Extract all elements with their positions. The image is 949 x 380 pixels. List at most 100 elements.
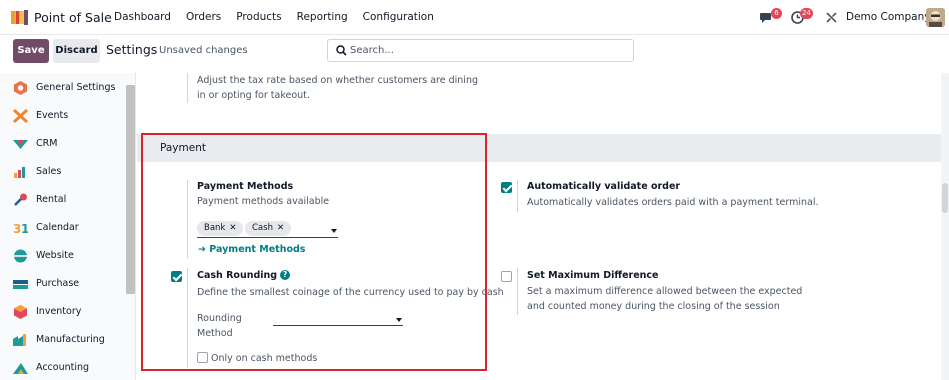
remove-tag-icon[interactable]: ✕ [229,223,236,233]
max-difference-title: Set Maximum Difference [527,270,659,281]
company-switcher[interactable]: Demo Company [846,11,931,23]
rounding-method-label: Rounding Method [197,311,242,341]
rounding-method-select[interactable] [273,325,403,326]
avatar-image-icon [926,8,945,27]
rental-icon [14,193,27,206]
sidebar-item-label: Accounting [36,362,90,373]
max-difference-checkbox[interactable] [501,271,512,282]
setting-divider [187,73,188,103]
remove-tag-icon[interactable]: ✕ [277,223,284,233]
accounting-icon [13,363,28,374]
sidebar-item-label: CRM [36,138,58,149]
sidebar-item-label: Website [36,250,74,261]
setting-divider [187,268,188,368]
sidebar-item-website[interactable]: Website [0,242,124,270]
payment-methods-field[interactable] [197,237,338,238]
tag-label: Bank [204,223,226,233]
calendar-icon: 3 1 [13,222,28,235]
svg-text:1: 1 [21,222,28,235]
sidebar-item-label: General Settings [36,82,116,93]
sidebar-item-label: Purchase [36,278,80,289]
top-navbar: Point of Sale Dashboard Orders Products … [0,0,949,35]
cash-rounding-description: Define the smallest coinage of the curre… [197,287,504,298]
cash-rounding-title: Cash Rounding? [197,270,291,281]
chat-badge: 6 [771,8,782,19]
only-cash-methods-label: Only on cash methods [211,353,318,364]
sidebar-item-accounting[interactable]: Accounting [0,354,124,380]
section-title: Payment [160,142,206,154]
sidebar-item-rental[interactable]: Rental [0,186,124,214]
purchase-icon [13,280,28,289]
inventory-icon [14,305,27,319]
setting-divider [517,180,518,212]
sidebar-scrollbar[interactable] [126,85,135,294]
crm-icon [13,140,28,149]
sidebar-item-calendar[interactable]: 3 1 Calendar [0,214,124,242]
payment-methods-link[interactable]: ➔ Payment Methods [198,244,305,255]
search-bar[interactable] [327,39,634,62]
settings-sidebar: General Settings Events CRM Sales Rental… [0,73,136,380]
payment-method-tag: Bank ✕ [197,221,244,236]
only-cash-methods-checkbox[interactable] [197,352,208,363]
content-scrollbar[interactable] [941,73,949,380]
discard-button[interactable]: Discard [53,39,100,63]
sidebar-item-label: Sales [36,166,62,177]
general-settings-icon [14,81,27,95]
page-title: Settings [106,42,158,57]
auto-validate-checkbox[interactable] [501,182,512,193]
menu-dashboard[interactable]: Dashboard [114,11,171,23]
menu-orders[interactable]: Orders [186,11,221,23]
unsaved-status: Unsaved changes [159,45,248,56]
activity-badge: 24 [800,8,813,19]
arrow-right-icon: ➔ [198,244,210,255]
search-icon [336,45,347,56]
sidebar-item-sales[interactable]: Sales [0,158,124,186]
rounding-label-line1: Rounding [197,313,242,324]
scrollbar-thumb[interactable] [942,183,948,213]
auto-validate-title: Automatically validate order [527,181,681,192]
sidebar-item-inventory[interactable]: Inventory [0,298,124,326]
sidebar-item-label: Rental [36,194,67,205]
sidebar-item-label: Calendar [36,222,79,233]
sidebar-item-label: Inventory [36,306,82,317]
save-button[interactable]: Save [13,39,49,63]
menu-reporting[interactable]: Reporting [297,11,348,23]
sidebar-item-label: Manufacturing [36,334,105,345]
manufacturing-icon [13,334,26,346]
setting-divider [517,268,518,315]
sidebar-item-crm[interactable]: CRM [0,130,124,158]
payment-methods-description: Payment methods available [197,196,330,207]
auto-validate-description: Automatically validates orders paid with… [527,197,819,208]
menu-configuration[interactable]: Configuration [363,11,434,23]
search-input[interactable] [350,41,620,60]
events-icon [13,109,28,123]
sidebar-item-label: Events [36,110,69,121]
help-icon[interactable]: ? [280,270,291,280]
main-menu: Dashboard Orders Products Reporting Conf… [114,11,449,23]
sidebar-item-events[interactable]: Events [0,102,124,130]
link-label: Payment Methods [209,244,306,255]
payment-methods-title: Payment Methods [197,181,294,192]
payment-method-tag: Cash ✕ [245,221,292,236]
cash-rounding-title-label: Cash Rounding [197,270,278,281]
sidebar-item-purchase[interactable]: Purchase [0,270,124,298]
user-avatar[interactable] [926,8,945,27]
app-name[interactable]: Point of Sale [34,10,112,25]
settings-content: Adjust the tax rate based on whether cus… [137,73,949,380]
max-difference-description: Set a maximum difference allowed between… [527,286,803,312]
tax-setting-description: Adjust the tax rate based on whether cus… [197,75,479,101]
rounding-method-dropdown-icon[interactable] [396,318,402,322]
website-icon [14,249,27,263]
rounding-label-line2: Method [197,328,233,339]
setting-divider [187,180,188,258]
sidebar-item-general-settings[interactable]: General Settings [0,74,124,102]
debug-tools-icon[interactable] [825,11,838,24]
point-of-sale-logo-icon[interactable] [11,10,28,25]
sales-icon [14,167,25,178]
cash-rounding-checkbox[interactable] [171,271,182,282]
tag-label: Cash [252,223,273,233]
payment-methods-dropdown-icon[interactable] [331,229,337,233]
sidebar-item-manufacturing[interactable]: Manufacturing [0,326,124,354]
menu-products[interactable]: Products [236,11,281,23]
payment-section-header: Payment [137,134,949,162]
